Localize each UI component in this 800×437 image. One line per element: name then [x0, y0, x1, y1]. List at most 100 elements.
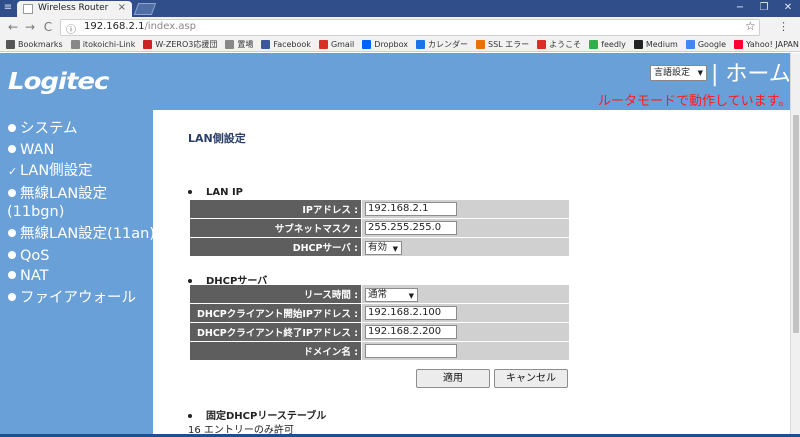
bookmark-icon	[685, 40, 695, 49]
apply-button[interactable]: 適用	[416, 369, 490, 388]
browser-tab[interactable]: Wireless Router ×	[17, 1, 132, 17]
bookmark-item[interactable]: feedly	[589, 40, 626, 49]
bookmark-label: SSL エラー	[488, 40, 530, 49]
subnet-mask-label: サブネットマスク :	[189, 218, 362, 238]
bookmark-label: W-ZERO3応援団	[155, 40, 218, 49]
bookmark-item[interactable]: Gmail	[318, 40, 355, 49]
ip-address-input[interactable]: 192.168.2.1	[365, 202, 457, 216]
sidebar-item-wireless-bgn[interactable]: 無線LAN設定	[8, 185, 107, 203]
table-row: DHCPクライアント開始IPアドレス : 192.168.2.100	[189, 303, 570, 323]
bookmark-icon	[537, 40, 547, 49]
domain-name-input[interactable]	[365, 344, 457, 358]
sidebar-item-wireless-an[interactable]: 無線LAN設定(11an)	[8, 225, 155, 243]
close-window-button[interactable]: ✕	[776, 0, 800, 17]
sidebar-item-nat[interactable]: NAT	[8, 267, 49, 285]
dhcp-start-label: DHCPクライアント開始IPアドレス :	[189, 303, 362, 323]
table-row: ドメイン名 :	[189, 341, 570, 361]
subnet-mask-input[interactable]: 255.255.255.0	[365, 221, 457, 235]
address-url[interactable]: 192.168.2.1/index.asp	[84, 21, 196, 32]
lease-time-select[interactable]: 通常 ▼	[365, 287, 419, 302]
bookmark-item[interactable]: Bookmarks	[6, 40, 63, 49]
sidebar-item-wan[interactable]: WAN	[8, 141, 54, 159]
bookmark-icon	[362, 40, 372, 49]
sidebar-item-wireless-bgn-suffix[interactable]: (11bgn)	[7, 203, 64, 221]
bookmark-icon	[225, 40, 235, 49]
bookmark-icon	[318, 40, 328, 49]
address-bar[interactable]: ⓘ 192.168.2.1/index.asp	[60, 19, 760, 36]
lan-ip-heading-text: LAN IP	[206, 187, 244, 198]
language-select[interactable]: 言語設定 ▼	[650, 65, 707, 81]
bookmark-icon	[633, 40, 643, 49]
chevron-down-icon: ▼	[408, 291, 415, 300]
chevron-down-icon: ▼	[392, 244, 399, 253]
dhcp-start-cell: 192.168.2.100	[361, 303, 570, 323]
browser-kebab-menu-icon[interactable]: ⋮	[778, 20, 789, 33]
bookmark-label: itokoichi-Link	[82, 40, 136, 49]
bookmark-item[interactable]: itokoichi-Link	[70, 40, 136, 49]
sidebar-item-label: QoS	[20, 248, 50, 264]
sidebar-item-system[interactable]: システム	[8, 120, 78, 138]
dhcp-end-input[interactable]: 192.168.2.200	[365, 325, 457, 339]
sidebar-item-lan[interactable]: ✓ LAN側設定	[8, 162, 93, 181]
new-tab-button[interactable]	[133, 3, 157, 15]
dhcp-server-select[interactable]: 有効 ▼	[365, 240, 403, 255]
subnet-mask-cell: 255.255.255.0	[361, 218, 570, 238]
vertical-scrollbar[interactable]	[790, 53, 800, 434]
bookmark-item[interactable]: Facebook	[261, 40, 311, 49]
forward-icon[interactable]: →	[23, 20, 37, 34]
maximize-button[interactable]: ❐	[752, 0, 776, 17]
back-icon[interactable]: ←	[6, 20, 20, 34]
bookmark-item[interactable]: 置場	[225, 39, 253, 50]
check-icon: ✓	[8, 165, 18, 178]
bookmark-icon	[476, 40, 485, 49]
chevron-down-icon: ▼	[697, 69, 703, 77]
bookmark-icon	[589, 40, 599, 49]
logitec-logo: Logitec	[8, 68, 109, 96]
bookmark-star-icon[interactable]: ☆	[745, 19, 756, 33]
bookmark-item[interactable]: カレンダー	[416, 39, 468, 50]
bookmark-item[interactable]: Medium	[633, 40, 678, 49]
router-page: Logitec 言語設定 ▼ | ホーム | ルータモードで動作しています。 シス…	[0, 53, 800, 436]
bookmark-label: 置場	[237, 40, 254, 49]
browser-menu-icon[interactable]: ≡	[2, 2, 14, 14]
bookmark-label: Medium	[645, 40, 678, 49]
bookmark-item[interactable]: W-ZERO3応援団	[143, 39, 217, 50]
bullet-icon	[188, 279, 192, 283]
table-row: DHCPクライアント終了IPアドレス : 192.168.2.200	[189, 322, 570, 342]
bookmark-label: カレンダー	[428, 40, 468, 49]
bookmark-label: feedly	[601, 40, 626, 49]
lease-time-label: リース時間 :	[189, 284, 362, 304]
dhcp-server-cell: 有効 ▼	[361, 237, 570, 257]
sidebar-item-label: WAN	[20, 142, 55, 158]
site-info-icon[interactable]: ⓘ	[66, 21, 76, 36]
dhcp-start-input[interactable]: 192.168.2.100	[365, 306, 457, 320]
bookmark-label: Gmail	[330, 40, 355, 49]
sidebar-item-label: NAT	[20, 268, 49, 284]
table-row: サブネットマスク : 255.255.255.0	[189, 218, 570, 238]
table-row: DHCPサーバ : 有効 ▼	[189, 237, 570, 257]
dhcp-table: リース時間 : 通常 ▼ DHCPクライアント開始IPアドレス : 192.168…	[189, 284, 570, 361]
reload-icon[interactable]: C	[41, 20, 55, 34]
tab-close-icon[interactable]: ×	[118, 2, 126, 13]
bookmark-icon	[416, 40, 425, 49]
lease-time-cell: 通常 ▼	[361, 284, 570, 304]
sidebar-item-firewall[interactable]: ファイアウォール	[8, 289, 136, 307]
bookmark-item[interactable]: ようこそ	[537, 39, 581, 50]
sidebar-item-label: システム	[20, 121, 78, 137]
browser-toolbar: ← → C ⓘ 192.168.2.1/index.asp ☆ ⋮	[0, 17, 800, 38]
bookmark-item[interactable]: SSL エラー	[476, 39, 529, 50]
sidebar-item-qos[interactable]: QoS	[8, 247, 50, 265]
bookmark-item[interactable]: Google	[685, 40, 726, 49]
browser-tabstrip: ≡ Wireless Router × − ❐ ✕	[0, 0, 800, 17]
dhcp-end-label: DHCPクライアント終了IPアドレス :	[189, 322, 362, 342]
scrollbar-thumb[interactable]	[793, 115, 799, 333]
home-link[interactable]: | ホーム |	[711, 56, 800, 88]
bullet-icon	[8, 229, 16, 237]
window-controls: − ❐ ✕	[728, 0, 800, 17]
cancel-button[interactable]: キャンセル	[494, 369, 568, 388]
bullet-icon	[8, 271, 16, 279]
bookmark-label: Bookmarks	[18, 40, 63, 49]
bookmark-item[interactable]: Yahoo! JAPAN	[734, 40, 799, 49]
minimize-button[interactable]: −	[728, 0, 752, 17]
bookmark-item[interactable]: Dropbox	[362, 40, 408, 49]
